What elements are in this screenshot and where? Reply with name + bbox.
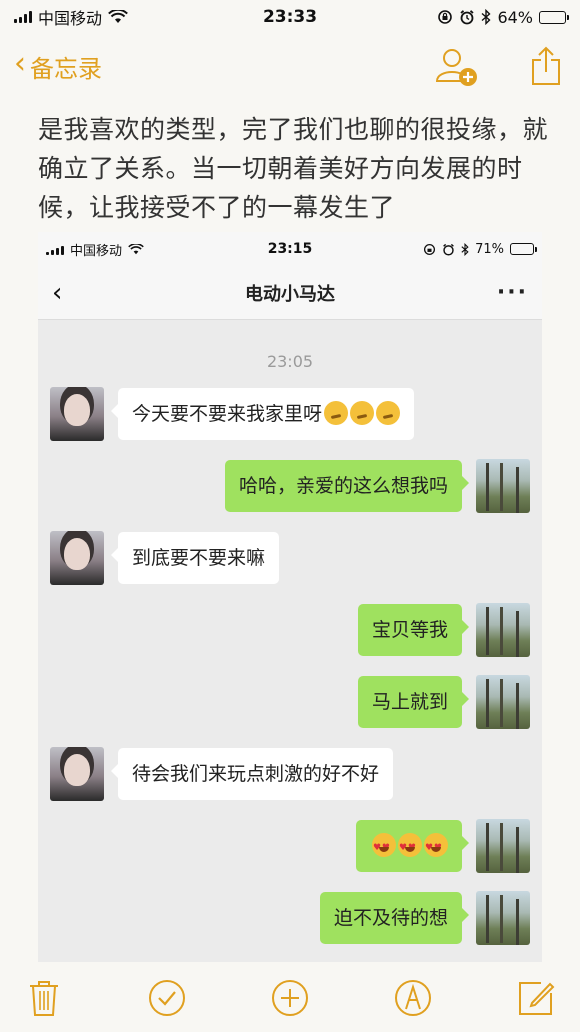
add-people-icon[interactable]	[434, 45, 478, 87]
message-text: 到底要不要来嘛	[132, 547, 266, 569]
message-bubble: 今天要不要来我家里呀	[110, 388, 415, 440]
message-text: 哈哈，亲爱的这么想我吗	[238, 475, 448, 497]
compose-button[interactable]	[516, 978, 556, 1018]
message-bubble: 宝贝等我	[357, 604, 470, 656]
status-left: 中国移动	[14, 5, 128, 29]
contact-avatar	[50, 387, 104, 441]
message-bubble: 哈哈，亲爱的这么想我吗	[224, 460, 470, 512]
status-right: 64%	[437, 7, 569, 27]
status-bar: 中国移动 23:33 64%	[0, 0, 580, 34]
contact-avatar	[50, 747, 104, 801]
message-text: 马上就到	[371, 691, 448, 713]
message-text: 待会我们来玩点刺激的好不好	[132, 763, 380, 785]
back-to-notes-button[interactable]: ‹ 备忘录	[14, 49, 102, 84]
trash-icon	[30, 981, 58, 1016]
my-avatar	[476, 459, 530, 513]
chat-message-right: 哈哈，亲爱的这么想我吗	[50, 459, 530, 513]
chat-message-left: 待会我们来玩点刺激的好不好	[50, 747, 530, 801]
carrier-label: 中国移动	[38, 9, 103, 28]
alarm-icon	[443, 243, 454, 256]
chat-message-right: 马上就到	[50, 675, 530, 729]
battery-percent: 64%	[497, 7, 533, 27]
nav-actions	[434, 45, 566, 87]
chat-timestamp: 23:05	[266, 352, 314, 371]
chat-screenshot-image: 中国移动 23:15 71% ‹ 电动小马达 ··· 23:05 今天要不要来我…	[38, 232, 542, 962]
delete-button[interactable]	[24, 978, 64, 1018]
message-text: 迫不及待的想	[333, 907, 448, 929]
chat-title: 电动小马达	[245, 283, 335, 305]
message-text: 宝贝等我	[371, 619, 448, 641]
chat-status-left: 中国移动	[46, 240, 144, 259]
thinking-face-icon	[324, 401, 349, 425]
alarm-icon	[460, 10, 475, 25]
note-body-text[interactable]: 是我喜欢的类型，完了我们也聊的很投缘，就确立了关系。当一切朝着美好方向发展的时候…	[38, 110, 548, 227]
heart-eyes-face-icon	[424, 833, 448, 862]
add-button[interactable]	[270, 978, 310, 1018]
chat-message-right: 迫不及待的想	[50, 891, 530, 945]
chat-message-right: 宝贝等我	[50, 603, 530, 657]
heart-eyes-face-icon	[398, 833, 422, 862]
chat-header: ‹ 电动小马达 ···	[38, 266, 542, 320]
message-list: 今天要不要来我家里呀哈哈，亲爱的这么想我吗到底要不要来嘛宝贝等我马上就到待会我们…	[38, 387, 542, 945]
chat-status-right: 71%	[423, 241, 537, 257]
chat-carrier-label: 中国移动	[70, 243, 123, 259]
chevron-left-icon: ‹	[14, 46, 26, 81]
message-bubble	[356, 820, 469, 872]
chat-message-left: 到底要不要来嘛	[50, 531, 530, 585]
chat-status-bar: 中国移动 23:15 71%	[38, 232, 542, 266]
chat-message-left: 今天要不要来我家里呀	[50, 387, 530, 441]
battery-icon	[539, 10, 569, 24]
bluetooth-icon	[461, 242, 469, 256]
message-bubble: 待会我们来玩点刺激的好不好	[110, 748, 394, 800]
chevron-left-icon: ‹	[52, 277, 63, 308]
wifi-icon	[108, 10, 128, 23]
message-bubble: 到底要不要来嘛	[110, 532, 280, 584]
chat-battery-percent: 71%	[475, 241, 504, 257]
notes-nav-bar: ‹ 备忘录	[0, 34, 580, 98]
signal-icon	[46, 243, 64, 255]
chat-message-right	[50, 819, 530, 873]
add-icon	[272, 980, 308, 1016]
signal-icon	[14, 11, 32, 23]
contact-avatar	[50, 531, 104, 585]
my-avatar	[476, 891, 530, 945]
heart-eyes-face-icon	[372, 833, 396, 862]
share-icon[interactable]	[530, 46, 562, 86]
markup-icon	[395, 980, 431, 1016]
rotation-lock-icon	[424, 243, 436, 255]
checklist-button[interactable]	[147, 978, 187, 1018]
thinking-face-icon	[376, 401, 401, 425]
rotation-lock-icon	[438, 10, 453, 24]
my-avatar	[476, 819, 530, 873]
my-avatar	[476, 603, 530, 657]
markup-button[interactable]	[393, 978, 433, 1018]
message-bubble: 迫不及待的想	[319, 892, 470, 944]
message-bubble: 马上就到	[357, 676, 470, 728]
bluetooth-icon	[481, 9, 491, 25]
more-icon: ···	[496, 280, 528, 305]
back-label: 备忘录	[30, 54, 102, 83]
thinking-face-icon	[350, 401, 375, 425]
wifi-icon	[128, 243, 144, 254]
compose-icon	[519, 982, 555, 1015]
bottom-toolbar	[0, 964, 580, 1032]
message-text: 今天要不要来我家里呀	[132, 403, 323, 425]
checklist-icon	[149, 980, 185, 1016]
battery-icon	[510, 243, 537, 255]
my-avatar	[476, 675, 530, 729]
